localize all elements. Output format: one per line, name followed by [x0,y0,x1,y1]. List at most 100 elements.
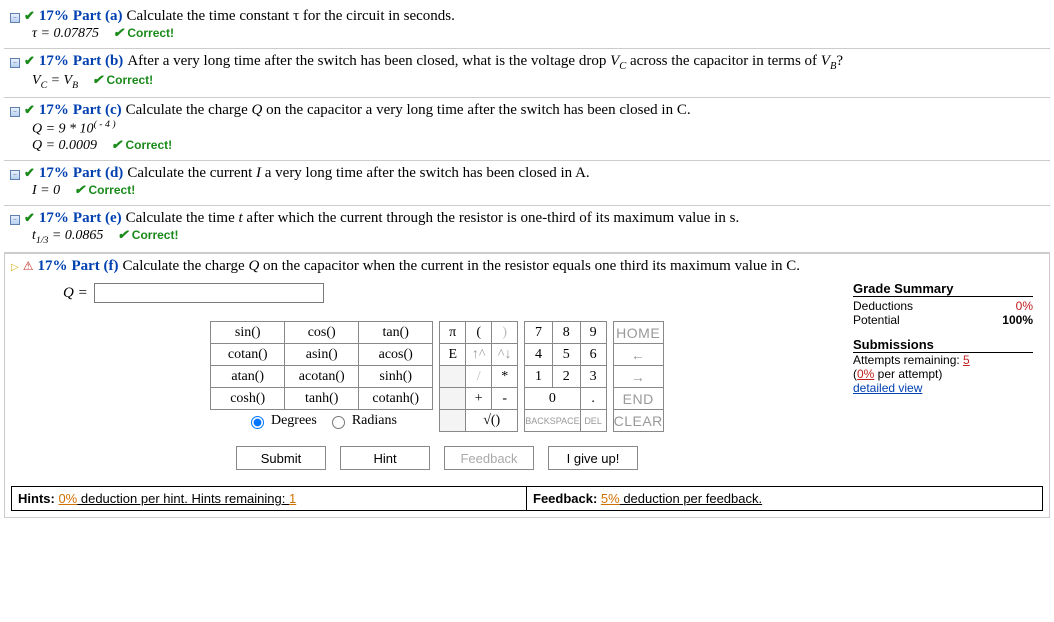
action-buttons: Submit Hint Feedback I give up! [41,446,833,470]
key-7[interactable]: 7 [525,322,553,344]
part-f: ▷ ⚠ 17% Part (f) Calculate the charge Q … [4,253,1050,518]
key-div[interactable]: / [466,366,492,388]
key-rparen[interactable]: ) [492,322,518,344]
question-text: Calculate the time constant τ for the ci… [126,8,454,25]
check-icon: ✔ [24,8,35,24]
key-sqrt[interactable]: √() [466,410,518,432]
key-acos[interactable]: acos() [359,344,433,366]
key-acotan[interactable]: acotan() [285,366,359,388]
key-clear[interactable]: CLEAR [613,410,663,432]
part-weight: 17% [39,53,69,70]
check-icon: ✔ [113,25,124,40]
collapse-icon[interactable]: − [10,58,20,68]
hint-button[interactable]: Hint [340,446,430,470]
part-c: − ✔ 17% Part (c) Calculate the charge Q … [4,98,1050,162]
key-sup[interactable]: ↑^ [466,344,492,366]
part-weight: 17% [39,8,69,25]
key-cosh[interactable]: cosh() [211,388,285,410]
collapse-icon[interactable]: − [10,215,20,225]
key-cotanh[interactable]: cotanh() [359,388,433,410]
hints-bar: Hints: 0% deduction per hint. Hints rema… [11,486,1043,511]
key-sin[interactable]: sin() [211,322,285,344]
key-e[interactable]: E [440,344,466,366]
detailed-view-link[interactable]: detailed view [853,381,1033,395]
radians-radio[interactable] [332,416,345,429]
answer-line: VC = VB ✔ Correct! [10,72,1044,91]
key-asin[interactable]: asin() [285,344,359,366]
degrees-option[interactable]: Degrees [246,413,316,428]
feedback-info: Feedback: 5% deduction per feedback. [527,487,768,510]
key-home[interactable]: HOME [613,322,663,344]
check-icon: ✔ [74,182,85,197]
collapse-icon[interactable]: − [10,13,20,23]
key-mul[interactable]: * [492,366,518,388]
key-tanh[interactable]: tanh() [285,388,359,410]
key-tan[interactable]: tan() [359,322,433,344]
key-minus[interactable]: - [492,388,518,410]
key-0[interactable]: 0 [525,388,580,410]
key-sub[interactable]: ^↓ [492,344,518,366]
key-pi[interactable]: π [440,322,466,344]
key-backspace[interactable]: BACKSPACE [525,410,580,432]
key-dot[interactable]: . [580,388,606,410]
part-weight: 17% [39,165,69,182]
question-text: Calculate the charge Q on the capacitor … [123,258,800,275]
key-plus[interactable]: + [466,388,492,410]
key-8[interactable]: 8 [552,322,580,344]
deductions-value: 0% [1016,299,1033,313]
key-left[interactable]: ← [613,344,663,366]
submit-button[interactable]: Submit [236,446,326,470]
key-5[interactable]: 5 [552,344,580,366]
part-d: − ✔ 17% Part (d) Calculate the current I… [4,161,1050,206]
key-2[interactable]: 2 [552,366,580,388]
key-del[interactable]: DEL [580,410,606,432]
key-end[interactable]: END [613,388,663,410]
radians-option[interactable]: Radians [327,413,397,428]
part-label: Part (c) [73,102,122,119]
key-6[interactable]: 6 [580,344,606,366]
keypad: sin() cos() tan() cotan() asin() acos() … [210,321,664,432]
part-weight: 17% [37,258,67,275]
feedback-button[interactable]: Feedback [444,446,534,470]
key-1[interactable]: 1 [525,366,553,388]
key-3[interactable]: 3 [580,366,606,388]
degrees-radio[interactable] [251,416,264,429]
collapse-icon[interactable]: − [10,170,20,180]
key-atan[interactable]: atan() [211,366,285,388]
key-lparen[interactable]: ( [466,322,492,344]
key-4[interactable]: 4 [525,344,553,366]
question-text: Calculate the charge Q on the capacitor … [126,102,691,119]
expand-icon[interactable]: ▷ [11,262,19,273]
number-keys: 7 8 9 4 5 6 1 2 3 0 [524,321,606,432]
check-icon: ✔ [24,210,35,226]
part-e: − ✔ 17% Part (e) Calculate the time t af… [4,206,1050,253]
check-icon: ✔ [24,53,35,69]
collapse-icon[interactable]: − [10,107,20,117]
part-label: Part (b) [73,53,123,70]
answer-line-2: Q = 0.0009 ✔ Correct! [10,137,1044,154]
key-sinh[interactable]: sinh() [359,366,433,388]
correct-label: Correct! [125,138,172,152]
part-label: Part (e) [73,210,122,227]
part-label: Part (d) [73,165,123,182]
correct-label: Correct! [132,228,179,242]
key-right[interactable]: → [613,366,663,388]
answer-line: τ = 0.07875 ✔ Correct! [10,25,1044,42]
key-9[interactable]: 9 [580,322,606,344]
check-icon: ✔ [117,227,128,242]
function-keys: sin() cos() tan() cotan() asin() acos() … [210,321,433,410]
giveup-button[interactable]: I give up! [548,446,638,470]
key-cotan[interactable]: cotan() [211,344,285,366]
question-text: Calculate the current I a very long time… [127,165,589,182]
answer-lhs: Q = [63,285,88,302]
key-blank [440,410,466,432]
hints-info: Hints: 0% deduction per hint. Hints rema… [12,487,527,510]
nav-keys: HOME ← → END CLEAR [613,321,664,432]
answer-line: I = 0 ✔ Correct! [10,182,1044,199]
part-b: − ✔ 17% Part (b) After a very long time … [4,49,1050,98]
answer-input[interactable] [94,283,324,303]
check-icon: ✔ [24,165,35,181]
angle-mode: Degrees Radians [210,410,433,429]
potential-label: Potential [853,313,900,327]
key-cos[interactable]: cos() [285,322,359,344]
